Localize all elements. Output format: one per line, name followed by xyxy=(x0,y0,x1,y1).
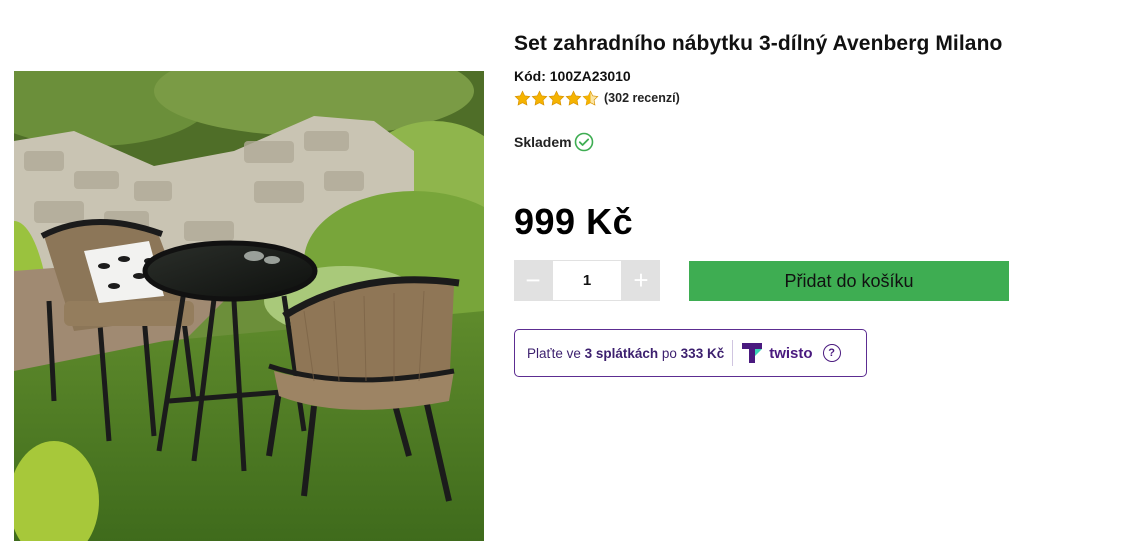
star-icon xyxy=(548,89,565,106)
product-info: Set zahradního nábytku 3-dílný Avenberg … xyxy=(514,30,1114,152)
add-to-cart-button[interactable]: Přidat do košíku xyxy=(689,261,1009,301)
stock-status: Skladem xyxy=(514,132,1114,152)
star-icon xyxy=(514,89,531,106)
help-icon[interactable]: ? xyxy=(822,344,841,362)
twisto-amount: 333 Kč xyxy=(680,345,725,361)
quantity-increase-button[interactable]: + xyxy=(622,260,660,301)
twisto-prefix: Plaťte ve xyxy=(527,345,585,361)
rating[interactable]: (302 recenzí) xyxy=(514,89,1114,107)
twisto-offer-text: Plaťte ve 3 splátkách po 333 Kč xyxy=(527,346,724,361)
rating-count[interactable]: (302 recenzí) xyxy=(604,91,680,105)
quantity-stepper: − + xyxy=(514,260,660,301)
twisto-middle: po xyxy=(658,345,681,361)
twisto-installments-box[interactable]: Plaťte ve 3 splátkách po 333 Kč twisto ? xyxy=(514,329,867,377)
product-title: Set zahradního nábytku 3-dílný Avenberg … xyxy=(514,32,1003,55)
star-icon xyxy=(531,89,548,106)
check-circle-icon xyxy=(574,132,593,152)
rating-stars xyxy=(514,89,599,107)
product-code: Kód: 100ZA23010 xyxy=(514,68,631,84)
product-image[interactable] xyxy=(14,71,484,541)
quantity-input[interactable] xyxy=(552,260,622,301)
stock-label: Skladem xyxy=(514,134,572,150)
quantity-decrease-button[interactable]: − xyxy=(514,260,552,301)
twisto-logo-icon xyxy=(742,343,763,363)
twisto-installments: 3 splátkách xyxy=(584,345,659,361)
twisto-brand: twisto xyxy=(769,344,813,362)
star-half-icon xyxy=(582,89,599,106)
twisto-divider xyxy=(732,340,734,366)
garden-furniture-photo xyxy=(14,71,484,541)
price: 999 Kč xyxy=(514,201,634,242)
star-icon xyxy=(565,89,582,106)
